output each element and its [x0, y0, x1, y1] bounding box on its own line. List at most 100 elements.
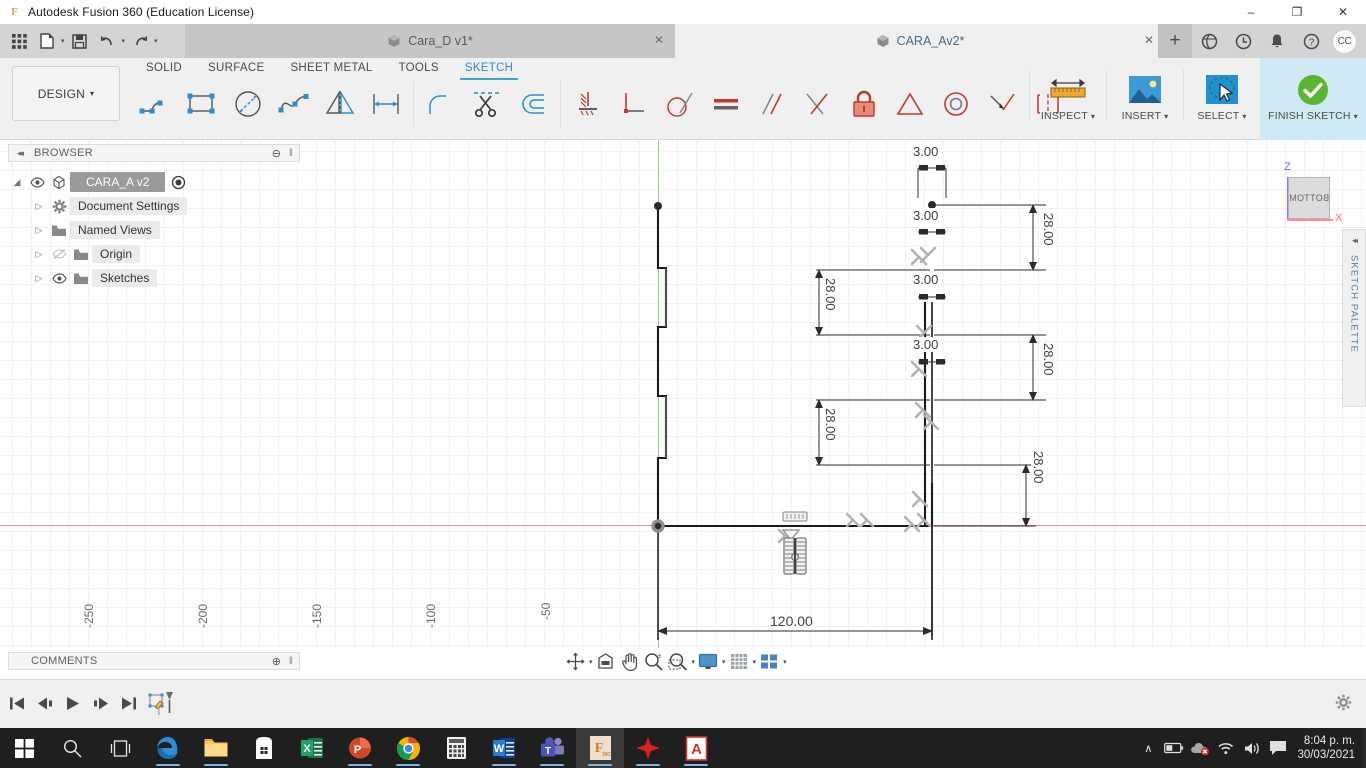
volume-icon[interactable]: [1239, 728, 1265, 768]
display-mode-icon[interactable]: [697, 651, 719, 673]
tangent-icon[interactable]: [657, 81, 703, 127]
sketch-feature-icon[interactable]: [146, 692, 176, 715]
extension-manager-icon[interactable]: [1192, 24, 1226, 58]
redo-caret[interactable]: ▾: [154, 37, 158, 45]
finish-sketch-group[interactable]: FINISH SKETCH ▾: [1260, 58, 1366, 140]
browser-grip-icon[interactable]: ‖: [289, 148, 293, 159]
app-grid-icon[interactable]: [6, 28, 32, 54]
grid-snaps-icon[interactable]: [728, 651, 750, 673]
concentric-icon[interactable]: [933, 81, 979, 127]
circle-diameter-icon[interactable]: [225, 81, 271, 127]
tree-item-cara-a[interactable]: ◢ CARA_A v2: [8, 170, 300, 194]
inspect-group[interactable]: INSPECT ▾: [1030, 58, 1106, 140]
tree-item-origin[interactable]: ▷ Origin: [8, 242, 300, 266]
tab-tools[interactable]: TOOLS: [386, 58, 452, 78]
trim-scissors-icon[interactable]: [464, 81, 510, 127]
tree-expand-arrow[interactable]: ▷: [30, 225, 48, 236]
play-icon[interactable]: [62, 692, 84, 714]
insert-group[interactable]: INSERT ▾: [1107, 58, 1183, 140]
battery-icon[interactable]: [1161, 728, 1187, 768]
tab-solid[interactable]: SOLID: [133, 58, 195, 78]
new-document-group[interactable]: ▾: [34, 28, 65, 54]
view-cube[interactable]: BOTTOM Z X: [1268, 155, 1344, 225]
fillet-icon[interactable]: [418, 81, 464, 127]
tab-solid-wrap[interactable]: SOLID: [133, 58, 195, 78]
tray-chevron-icon[interactable]: ∧: [1135, 728, 1161, 768]
select-group[interactable]: SELECT ▾: [1184, 58, 1260, 140]
powerpoint-icon[interactable]: P: [336, 728, 384, 768]
new-document-caret[interactable]: ▾: [61, 37, 65, 45]
eye-icon[interactable]: [26, 176, 48, 188]
tab-sketch-wrap[interactable]: SKETCH: [452, 58, 526, 80]
maximize-button[interactable]: ❐: [1274, 0, 1320, 24]
tree-expand-arrow[interactable]: ▷: [30, 249, 48, 260]
tab-surface[interactable]: SURFACE: [195, 58, 277, 78]
calculator-icon[interactable]: [432, 728, 480, 768]
rectangle-icon[interactable]: [179, 81, 225, 127]
redo-group[interactable]: ▾: [127, 28, 158, 54]
comments-add-icon[interactable]: ⊕: [272, 655, 281, 668]
collinear-icon[interactable]: [979, 81, 1025, 127]
save-icon[interactable]: [67, 28, 93, 54]
dim-thickness-3[interactable]: 3.00: [912, 272, 940, 287]
display-mode-caret[interactable]: ▾: [722, 658, 726, 666]
comments-panel-header[interactable]: COMMENTS ⊕ ‖: [8, 652, 300, 670]
word-icon[interactable]: W: [480, 728, 528, 768]
zoom-window-icon[interactable]: [667, 651, 689, 673]
undo-caret[interactable]: ▾: [122, 37, 126, 45]
windows-start-icon[interactable]: [0, 728, 48, 768]
dim-spacing-right-1[interactable]: 28.00: [1041, 212, 1056, 247]
step-forward-icon[interactable]: [90, 692, 112, 714]
undo-group[interactable]: ▾: [95, 28, 126, 54]
redo-icon[interactable]: [127, 28, 153, 54]
grid-snaps-caret[interactable]: ▾: [753, 658, 757, 666]
spline-icon[interactable]: [271, 81, 317, 127]
task-view-icon[interactable]: [96, 728, 144, 768]
orbit-caret[interactable]: ▾: [589, 658, 593, 666]
perpendicular-icon[interactable]: [795, 81, 841, 127]
fusion360-icon[interactable]: F 360: [576, 728, 624, 768]
taskbar-clock[interactable]: 8:04 p. m. 30/03/2021: [1297, 734, 1355, 762]
pan-hand-icon[interactable]: [619, 651, 641, 673]
tab-sketch[interactable]: SKETCH: [452, 58, 526, 78]
sketch-palette-tab[interactable]: ◂◂ SKETCH PALETTE: [1342, 229, 1366, 407]
acrobat-reader-icon[interactable]: A: [672, 728, 720, 768]
tree-expand-arrow[interactable]: ▷: [30, 201, 48, 212]
midpoint-icon[interactable]: [887, 81, 933, 127]
dim-thickness-2[interactable]: 3.00: [912, 208, 940, 223]
step-back-icon[interactable]: [34, 692, 56, 714]
document-tab-2-close[interactable]: ✕: [1144, 34, 1154, 46]
excel-icon[interactable]: X: [288, 728, 336, 768]
dim-spacing-left-1[interactable]: 28.00: [823, 277, 838, 312]
tab-tools-wrap[interactable]: TOOLS: [386, 58, 452, 78]
equal-icon[interactable]: [703, 81, 749, 127]
comments-grip-icon[interactable]: ‖: [289, 656, 293, 667]
teams-icon[interactable]: T: [528, 728, 576, 768]
tab-surface-wrap[interactable]: SURFACE: [195, 58, 277, 78]
mirror-icon[interactable]: [317, 81, 363, 127]
onedrive-error-icon[interactable]: [1187, 728, 1213, 768]
go-to-end-icon[interactable]: [118, 692, 140, 714]
workspace-selector[interactable]: DESIGN ▾: [12, 66, 120, 121]
microsoft-store-icon[interactable]: [240, 728, 288, 768]
fix-lock-icon[interactable]: [841, 81, 887, 127]
dim-spacing-right-2[interactable]: 28.00: [1041, 342, 1056, 377]
tree-item-sketches[interactable]: ▷ Sketches: [8, 266, 300, 290]
viewports-caret[interactable]: ▾: [783, 658, 787, 666]
close-button[interactable]: ✕: [1320, 0, 1366, 24]
offset-icon[interactable]: [510, 81, 556, 127]
timeline-settings-gear-icon[interactable]: [1335, 694, 1352, 714]
tree-expand-arrow[interactable]: ▷: [30, 273, 48, 284]
eye-icon[interactable]: [48, 272, 70, 284]
document-tab-2[interactable]: CARA_Av2* ✕: [675, 24, 1165, 58]
new-document-icon[interactable]: [34, 28, 60, 54]
viewcube-face[interactable]: BOTTOM: [1288, 177, 1330, 219]
horizontal-vertical-icon[interactable]: [611, 81, 657, 127]
dim-thickness-4[interactable]: 3.00: [912, 337, 940, 352]
browser-collapse-icon[interactable]: ◂◂: [17, 148, 24, 159]
tree-item-named-views[interactable]: ▷ Named Views: [8, 218, 300, 242]
file-explorer-icon[interactable]: [192, 728, 240, 768]
browser-minimize-icon[interactable]: ⊖: [272, 147, 281, 160]
autodesk-icon[interactable]: [624, 728, 672, 768]
browser-panel-header[interactable]: ◂◂ BROWSER ⊖ ‖: [8, 144, 300, 162]
